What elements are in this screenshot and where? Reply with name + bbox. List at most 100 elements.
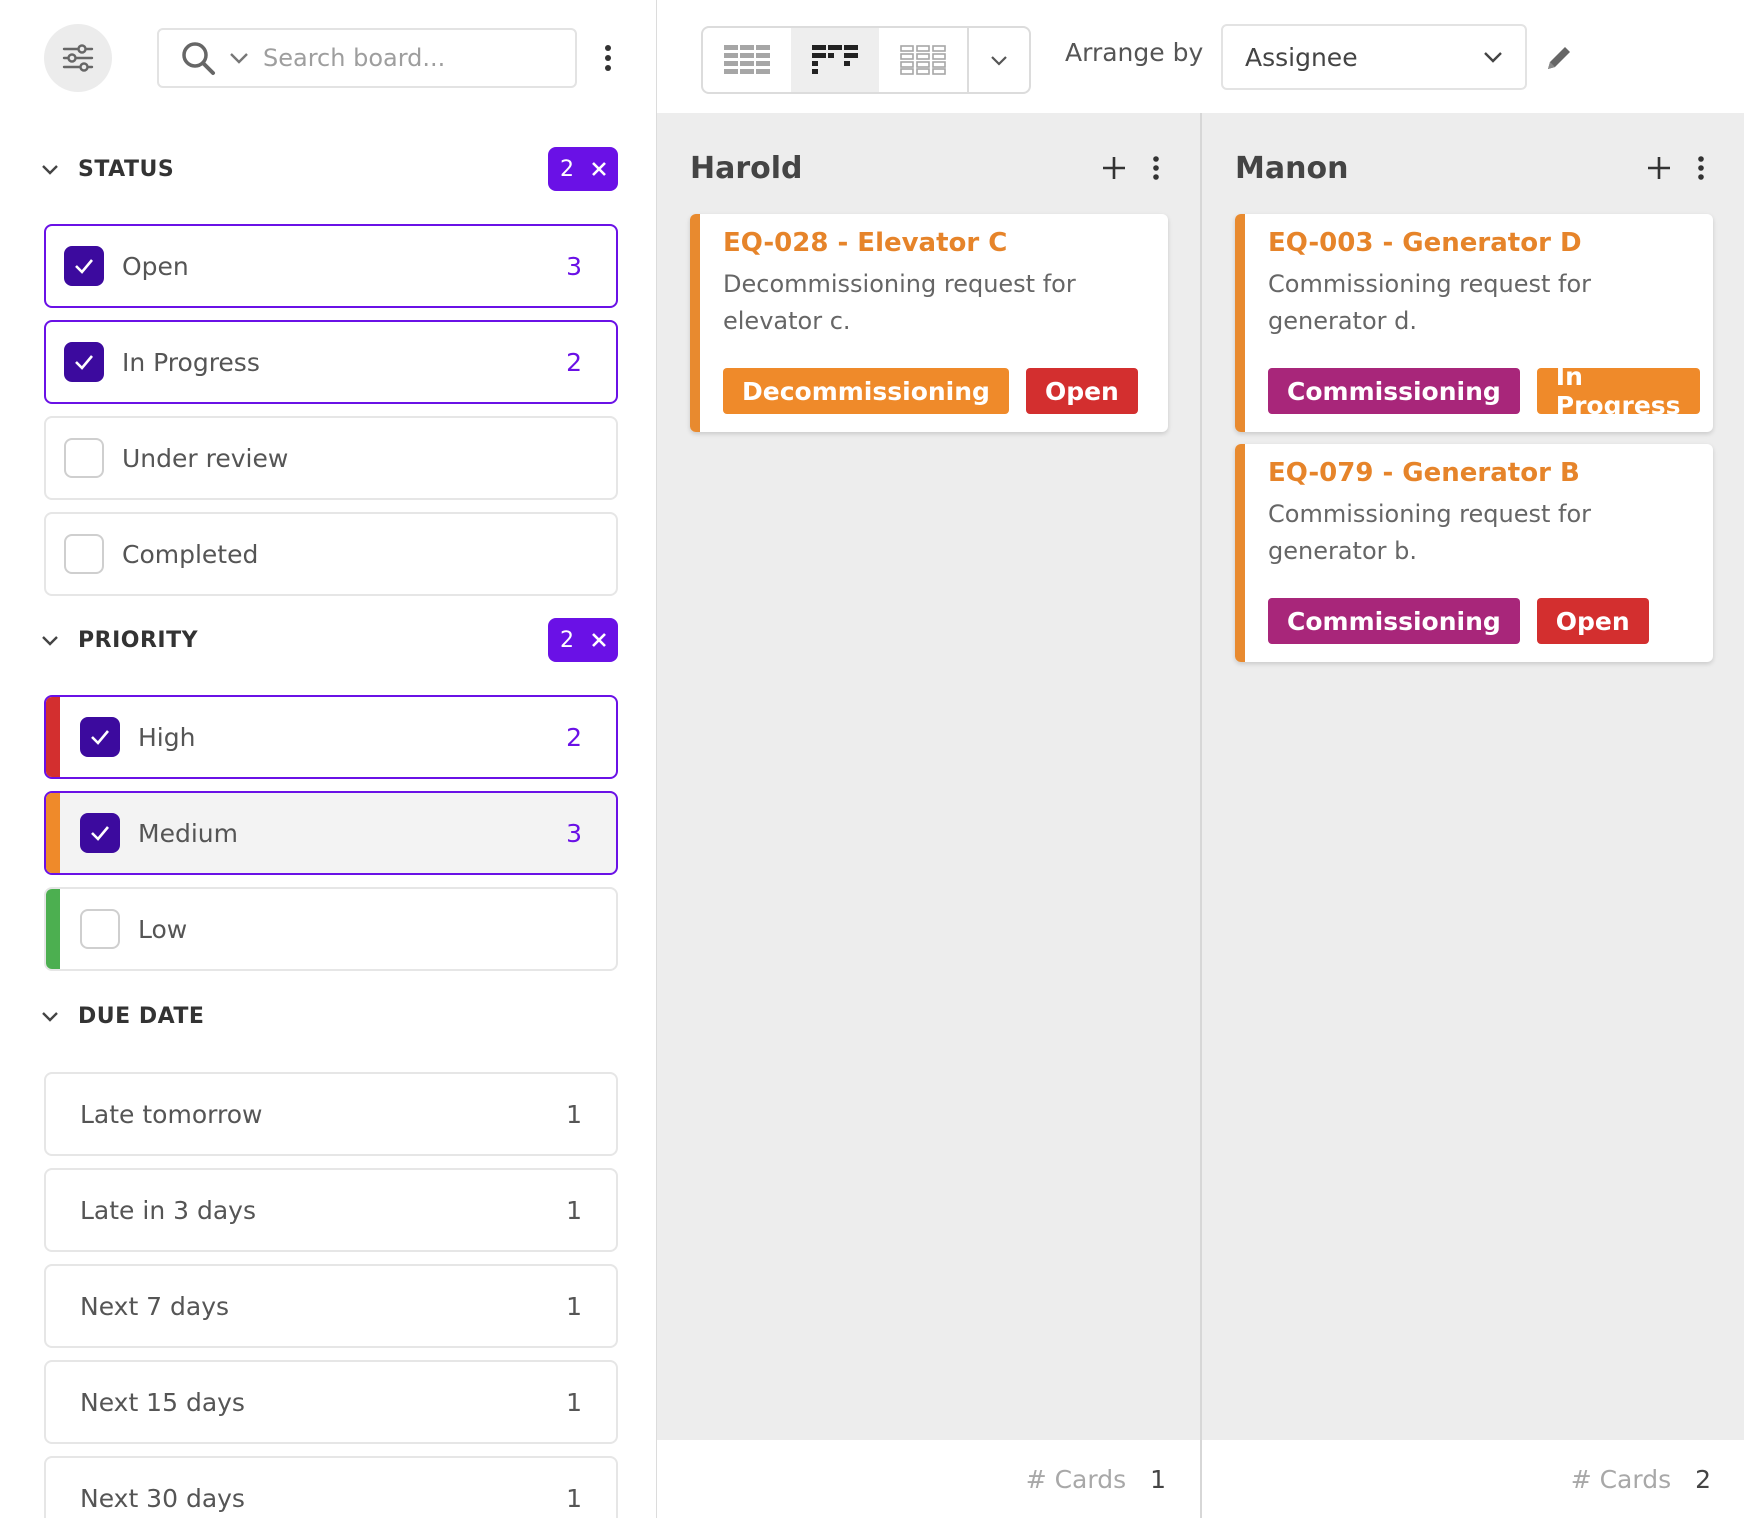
option-count: 1	[566, 1483, 582, 1513]
card-tags: Commissioning Open	[1268, 598, 1666, 644]
card-description: Commissioning request for generator b.	[1268, 500, 1592, 565]
card[interactable]: EQ-028 - Elevator C Decommissioning requ…	[690, 214, 1168, 432]
add-card-plus-icon[interactable]	[1094, 148, 1134, 188]
filter-toggle-button[interactable]	[44, 24, 112, 92]
tag-badge: Commissioning	[1268, 368, 1520, 414]
checkbox[interactable]	[80, 717, 120, 757]
status-option-under-review[interactable]: Under review	[44, 416, 618, 500]
grid-view-icon	[900, 45, 946, 75]
due-date-section-title: DUE DATE	[78, 1003, 205, 1029]
column-footer: # Cards 2	[1202, 1440, 1744, 1518]
board-toolbar: Arrange by Assignee	[657, 0, 1744, 113]
filter-sidebar: STATUS 2 Open 3 In Progress 2 Under revi…	[0, 0, 657, 1518]
priority-option-low[interactable]: Low	[44, 887, 618, 971]
view-options-dropdown[interactable]	[967, 28, 1029, 92]
due-option-late-in-3-days[interactable]: Late in 3 days 1	[44, 1168, 618, 1252]
card-priority-edge	[1235, 214, 1245, 432]
due-option-next-30-days[interactable]: Next 30 days 1	[44, 1456, 618, 1518]
chevron-down-icon	[991, 56, 1007, 66]
status-section-title: STATUS	[78, 156, 175, 182]
option-count: 1	[566, 1291, 582, 1321]
option-count: 2	[566, 347, 582, 377]
option-count: 3	[566, 818, 582, 848]
arrange-by-value: Assignee	[1245, 42, 1358, 72]
column-footer: # Cards 1	[657, 1440, 1200, 1518]
checkbox[interactable]	[80, 909, 120, 949]
status-chip-count: 2	[560, 156, 574, 182]
status-clear-chip[interactable]: 2	[548, 147, 618, 191]
due-option-next-7-days[interactable]: Next 7 days 1	[44, 1264, 618, 1348]
status-option-in-progress[interactable]: In Progress 2	[44, 320, 618, 404]
checkbox[interactable]	[64, 342, 104, 382]
check-icon	[75, 355, 93, 370]
checkbox[interactable]	[64, 438, 104, 478]
search-scope-chevron-icon[interactable]	[227, 46, 251, 70]
edit-pencil-icon[interactable]	[1541, 40, 1577, 76]
option-label: Low	[138, 914, 188, 944]
card-priority-edge	[1235, 444, 1245, 662]
priority-chip-count: 2	[560, 627, 574, 653]
close-icon	[592, 162, 606, 176]
table-view-icon	[724, 45, 770, 74]
priority-clear-chip[interactable]: 2	[548, 618, 618, 662]
card-title: EQ-003 - Generator D	[1268, 228, 1582, 258]
column-title: Manon	[1235, 150, 1349, 186]
status-section-header: STATUS 2	[40, 147, 618, 191]
view-table-button[interactable]	[703, 28, 791, 92]
due-date-collapse-chevron-icon[interactable]	[40, 1006, 64, 1026]
card-title: EQ-079 - Generator B	[1268, 458, 1580, 488]
card-description: Commissioning request for generator d.	[1268, 270, 1592, 335]
due-option-next-15-days[interactable]: Next 15 days 1	[44, 1360, 618, 1444]
status-badge: Open	[1536, 598, 1649, 644]
tag-badge: Commissioning	[1268, 598, 1520, 644]
option-label: Late tomorrow	[80, 1099, 263, 1129]
option-count: 1	[566, 1195, 582, 1225]
due-option-late-tomorrow[interactable]: Late tomorrow 1	[44, 1072, 618, 1156]
chevron-down-icon	[1484, 52, 1502, 63]
column-more-icon[interactable]	[1689, 148, 1713, 188]
board-column-manon: Manon EQ-003 - Generator D Commissioning…	[1202, 113, 1744, 1518]
card-title: EQ-028 - Elevator C	[723, 228, 1008, 258]
search-input[interactable]	[263, 44, 563, 72]
option-count: 1	[566, 1387, 582, 1417]
view-board-button[interactable]	[791, 28, 879, 92]
checkbox[interactable]	[80, 813, 120, 853]
priority-option-medium[interactable]: Medium 3	[44, 791, 618, 875]
status-collapse-chevron-icon[interactable]	[40, 159, 64, 179]
option-label: Next 30 days	[80, 1483, 245, 1513]
column-more-icon[interactable]	[1144, 148, 1168, 188]
board: Harold EQ-028 - Elevator C Decommissioni…	[657, 113, 1744, 1518]
priority-color-stripe	[46, 697, 60, 777]
status-option-completed[interactable]: Completed	[44, 512, 618, 596]
check-icon	[75, 259, 93, 274]
close-icon	[592, 633, 606, 647]
check-icon	[91, 730, 109, 745]
option-label: Open	[122, 251, 189, 281]
option-count: 3	[566, 251, 582, 281]
arrange-by-select[interactable]: Assignee	[1221, 24, 1527, 90]
option-label: Completed	[122, 539, 259, 569]
card[interactable]: EQ-079 - Generator B Commissioning reque…	[1235, 444, 1713, 662]
board-column-harold: Harold EQ-028 - Elevator C Decommissioni…	[657, 113, 1200, 1518]
priority-collapse-chevron-icon[interactable]	[40, 630, 64, 650]
card-tags: Decommissioning Open	[723, 368, 1155, 414]
sidebar-more-icon[interactable]	[598, 38, 618, 78]
status-badge: Open	[1025, 368, 1138, 414]
card-priority-edge	[690, 214, 700, 432]
card-count-label: # Cards	[1570, 1464, 1672, 1494]
card-count-value: 1	[1150, 1464, 1166, 1494]
add-card-plus-icon[interactable]	[1639, 148, 1679, 188]
priority-section-title: PRIORITY	[78, 627, 199, 653]
card[interactable]: EQ-003 - Generator D Commissioning reque…	[1235, 214, 1713, 432]
checkbox[interactable]	[64, 534, 104, 574]
option-label: Late in 3 days	[80, 1195, 256, 1225]
status-badge: In Progress	[1536, 362, 1700, 420]
status-option-open[interactable]: Open 3	[44, 224, 618, 308]
priority-option-high[interactable]: High 2	[44, 695, 618, 779]
arrange-by-label: Arrange by	[1065, 38, 1204, 67]
due-date-section-header: DUE DATE	[40, 994, 618, 1038]
view-grid-button[interactable]	[879, 28, 967, 92]
checkbox[interactable]	[64, 246, 104, 286]
option-label: In Progress	[122, 347, 260, 377]
column-title: Harold	[690, 150, 803, 186]
